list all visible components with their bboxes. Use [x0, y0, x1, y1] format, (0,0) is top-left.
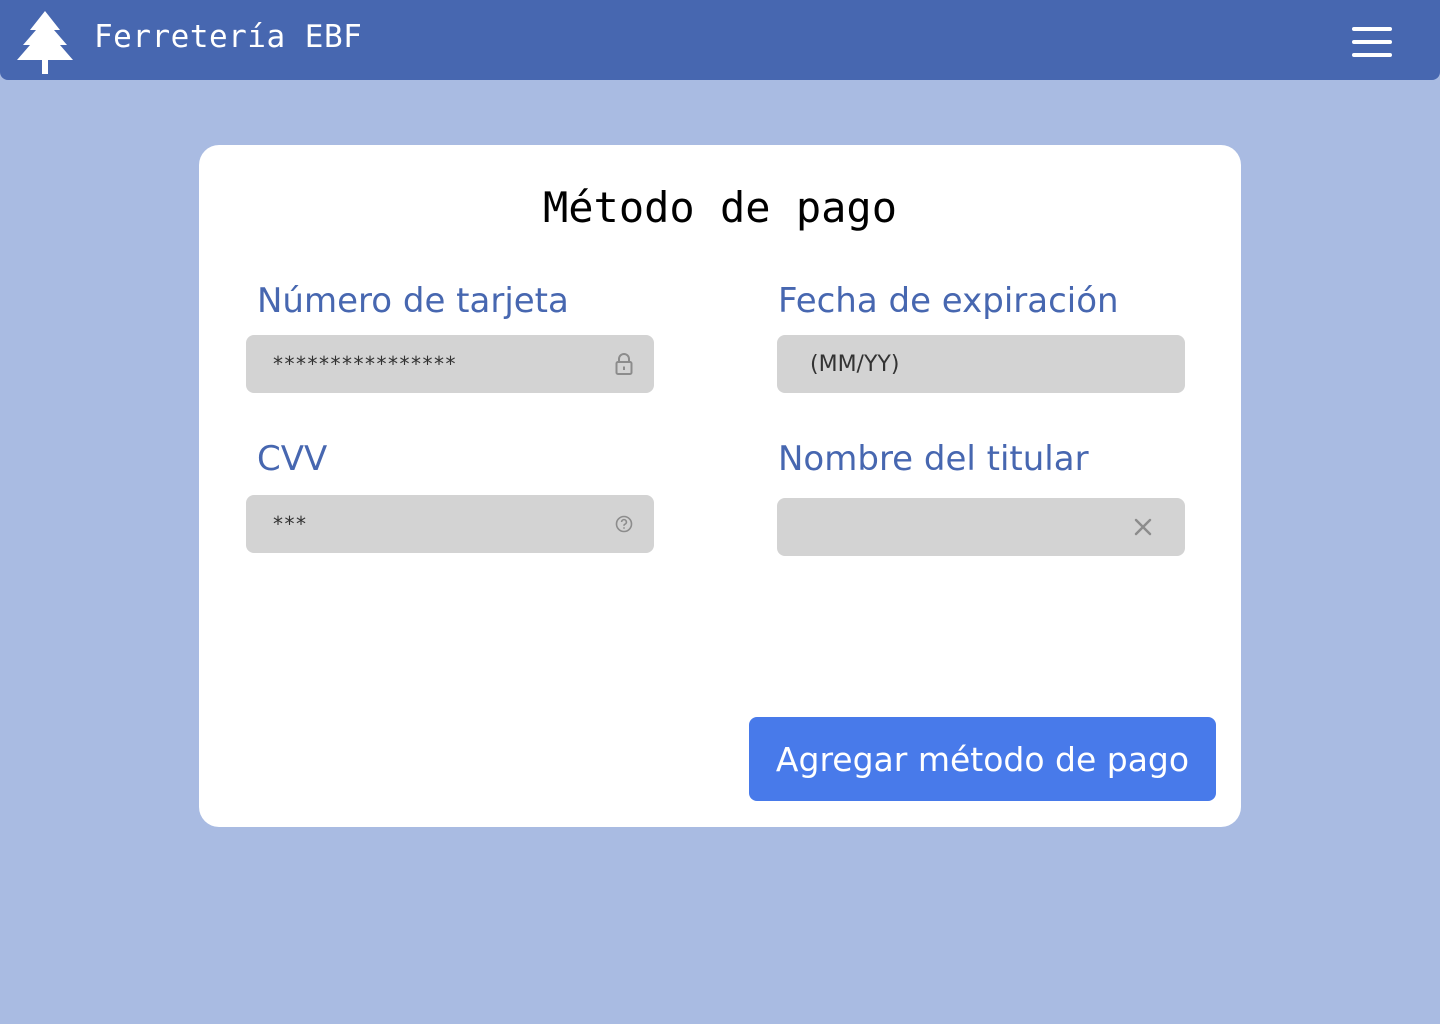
top-navigation-bar: Ferretería EBF	[0, 0, 1440, 80]
holder-name-label: Nombre del titular	[778, 439, 1089, 479]
card-number-input[interactable]	[246, 335, 654, 393]
cvv-field[interactable]	[246, 495, 654, 553]
expiration-date-field[interactable]	[777, 335, 1185, 393]
pine-tree-icon[interactable]	[16, 9, 74, 75]
card-number-field[interactable]	[246, 335, 654, 393]
holder-name-input[interactable]	[777, 498, 1185, 556]
lock-icon	[615, 353, 633, 375]
card-number-label: Número de tarjeta	[257, 281, 569, 321]
expiration-date-input[interactable]	[777, 335, 1185, 393]
page-title: Método de pago	[542, 183, 897, 232]
expiration-date-label: Fecha de expiración	[778, 281, 1119, 321]
holder-name-field[interactable]	[777, 498, 1185, 556]
add-payment-method-button[interactable]: Agregar método de pago	[749, 717, 1216, 801]
clear-x-icon[interactable]	[1133, 517, 1153, 537]
hamburger-menu-icon[interactable]	[1348, 22, 1396, 62]
cvv-input[interactable]	[246, 495, 654, 553]
brand-name[interactable]: Ferretería EBF	[94, 19, 362, 55]
cvv-label: CVV	[257, 439, 328, 479]
help-circle-icon[interactable]	[615, 515, 633, 533]
